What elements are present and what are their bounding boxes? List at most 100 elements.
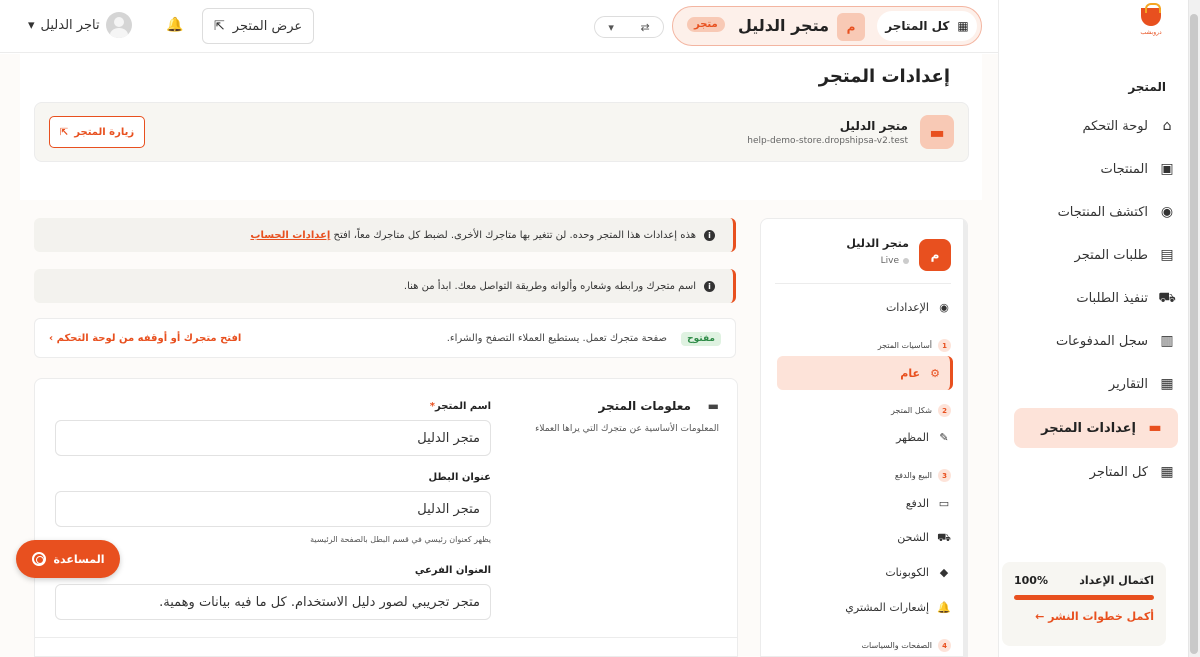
alert-intro: i اسم متجرك ورابطه وشعاره وألوانه وطريقة… xyxy=(34,269,736,303)
help-button[interactable]: المساعدة xyxy=(16,540,120,578)
sidebar-item-grid[interactable]: ▦ كل المتاجر xyxy=(1012,452,1188,492)
store-url: help-demo-store.dropshipsa-v2.test xyxy=(747,136,908,146)
truck-icon: ⛟ xyxy=(937,530,951,544)
store-title: متجر الدليل xyxy=(839,119,908,133)
section-heading-selling: 3 البيع والدفع xyxy=(895,469,951,482)
store-info-box: ▬ متجر الدليل help-demo-store.dropshipsa… xyxy=(34,102,969,162)
hero-title-label: عنوان البطل xyxy=(428,472,491,483)
all-stores-button[interactable]: ▦ كل المتاجر xyxy=(877,11,977,41)
settings-nav-coupons[interactable]: ◆ الكوبونات xyxy=(775,560,951,584)
truck-icon: ⛟ xyxy=(1158,290,1176,306)
sidebar-item-chart[interactable]: ▦ التقارير xyxy=(1012,364,1188,404)
store-name-label: اسم المتجر* xyxy=(430,401,491,412)
compass-icon: ◉ xyxy=(939,300,949,314)
sidebar-item-label: التقارير xyxy=(1108,376,1148,392)
gear-icon: ⚙ xyxy=(930,366,940,380)
store-icon: ▬ xyxy=(1148,420,1162,436)
bell-icon[interactable]: 🔔 xyxy=(166,17,183,33)
complete-steps-link[interactable]: أكمل خطوات النشر ← xyxy=(1014,610,1154,623)
divider xyxy=(775,283,951,284)
sidebar-item-home[interactable]: ⌂ لوحة التحكم xyxy=(1012,106,1188,146)
account-settings-link[interactable]: إعدادات الحساب xyxy=(250,230,330,241)
subtitle-input[interactable] xyxy=(55,584,491,620)
live-label: Live xyxy=(880,256,899,266)
section-heading-basics: 1 أساسيات المتجر xyxy=(878,339,951,352)
money-icon: ▥ xyxy=(1160,333,1174,349)
chevron-down-icon: ▾ xyxy=(28,17,35,33)
visit-store-button[interactable]: زيارة المتجر ⇱ xyxy=(49,116,145,148)
swap-icon: ⇄ xyxy=(640,20,650,34)
settings-nav-label: المظهر xyxy=(896,430,929,444)
label-text: اسم المتجر xyxy=(435,401,491,412)
sidebar-item-store[interactable]: ▬ إعدادات المتجر xyxy=(1014,408,1178,448)
view-store-label: عرض المتجر xyxy=(232,18,303,34)
setup-label: اكتمال الإعداد xyxy=(1079,574,1154,587)
box-icon: ▣ xyxy=(1160,161,1174,177)
scrollbar-thumb[interactable] xyxy=(1190,14,1198,654)
sidebar-item-money[interactable]: ▥ سجل المدفوعات xyxy=(1012,321,1188,361)
status-text: صفحة متجرك تعمل. يستطيع العملاء التصفح و… xyxy=(446,333,667,344)
logo-mark-icon xyxy=(1141,3,1161,26)
receipt-icon: ▤ xyxy=(1160,247,1174,263)
step-number: 2 xyxy=(938,404,951,417)
settings-nav-appearance[interactable]: ✎ المظهر xyxy=(775,425,951,449)
page-scrollbar[interactable] xyxy=(1188,0,1200,657)
info-icon: i xyxy=(704,280,715,292)
sidebar-item-receipt[interactable]: ▤ طلبات المتجر xyxy=(1012,235,1188,275)
step-number: 1 xyxy=(938,339,951,352)
store-name-input[interactable] xyxy=(55,420,491,456)
avatar xyxy=(105,12,132,38)
settings-nav-notifications[interactable]: 🔔 إشعارات المشتري xyxy=(775,595,951,619)
settings-nav-label: عام xyxy=(900,366,920,380)
section-label: الصفحات والسياسات xyxy=(861,641,932,650)
chevron-down-icon: ▾ xyxy=(608,20,614,34)
sidebar-item-label: اكتشف المنتجات xyxy=(1057,204,1148,220)
divider xyxy=(35,637,737,638)
setup-progress-card: اكتمال الإعداد 100% أكمل خطوات النشر ← xyxy=(1002,562,1166,646)
settings-nav-label: الإعدادات xyxy=(885,300,929,314)
settings-nav-settings[interactable]: ◉ الإعدادات xyxy=(775,295,951,319)
settings-nav-general[interactable]: ⚙ عام xyxy=(777,356,953,390)
settings-nav-label: الشحن xyxy=(897,530,929,544)
sidebar-item-label: سجل المدفوعات xyxy=(1055,333,1148,349)
page-title: إعدادات المتجر xyxy=(818,66,950,87)
grid-icon: ▦ xyxy=(1160,464,1174,480)
all-stores-label: كل المتاجر xyxy=(885,19,950,33)
switch-dropdown[interactable]: ⇄ ▾ xyxy=(594,16,664,38)
sidebar-item-box[interactable]: ▣ المنتجات xyxy=(1012,149,1188,189)
sidebar-item-truck[interactable]: ⛟ تنفيذ الطلبات xyxy=(1012,278,1188,318)
view-store-button[interactable]: عرض المتجر ⇱ xyxy=(202,8,314,44)
settings-nav-label: الكوبونات xyxy=(885,565,929,579)
section-label: أساسيات المتجر xyxy=(877,341,932,350)
store-avatar: م xyxy=(837,13,865,41)
status-badge: مفتوح xyxy=(681,332,721,346)
hero-title-input[interactable] xyxy=(55,491,491,527)
settings-nav-payment[interactable]: ▭ الدفع xyxy=(775,491,951,515)
sidebar-item-label: تنفيذ الطلبات xyxy=(1076,290,1148,306)
help-label: المساعدة xyxy=(53,552,105,566)
store-icon: ▬ xyxy=(920,115,954,149)
scrollbar[interactable] xyxy=(963,219,967,656)
logo[interactable]: دروبشب xyxy=(1136,3,1166,44)
alert-scope: i هذه إعدادات هذا المتجر وحده. لن تتغير … xyxy=(34,218,736,252)
store-info-form: ▬ معلومات المتجر المعلومات الأساسية عن م… xyxy=(34,378,738,657)
sidebar-item-label: المنتجات xyxy=(1100,161,1148,177)
toggle-store-link[interactable]: افتح متجرك أو أوقفه من لوحة التحكم › xyxy=(49,333,241,344)
status-dot-icon xyxy=(903,258,909,264)
chart-icon: ▦ xyxy=(1160,376,1174,392)
external-link-icon: ⇱ xyxy=(59,126,69,138)
section-label: البيع والدفع xyxy=(894,471,932,480)
form-section-title: معلومات المتجر xyxy=(598,399,691,413)
card-icon: ▭ xyxy=(938,496,950,510)
sidebar-item-label: إعدادات المتجر xyxy=(1041,420,1136,436)
logo-text: دروبشب xyxy=(1140,29,1162,36)
settings-nav-label: الدفع xyxy=(905,496,929,510)
tag-icon: ◆ xyxy=(939,565,949,579)
lifebuoy-icon xyxy=(31,552,46,566)
settings-nav-shipping[interactable]: ⛟ الشحن xyxy=(775,525,951,549)
store-type-badge: متجر xyxy=(687,17,725,32)
user-menu[interactable]: تاجر الدليل ▾ xyxy=(28,12,132,38)
store-switcher[interactable]: ▦ كل المتاجر م متجر الدليل متجر xyxy=(672,6,982,46)
brush-icon: ✎ xyxy=(939,430,949,444)
sidebar-item-compass[interactable]: ◉ اكتشف المنتجات xyxy=(1012,192,1188,232)
